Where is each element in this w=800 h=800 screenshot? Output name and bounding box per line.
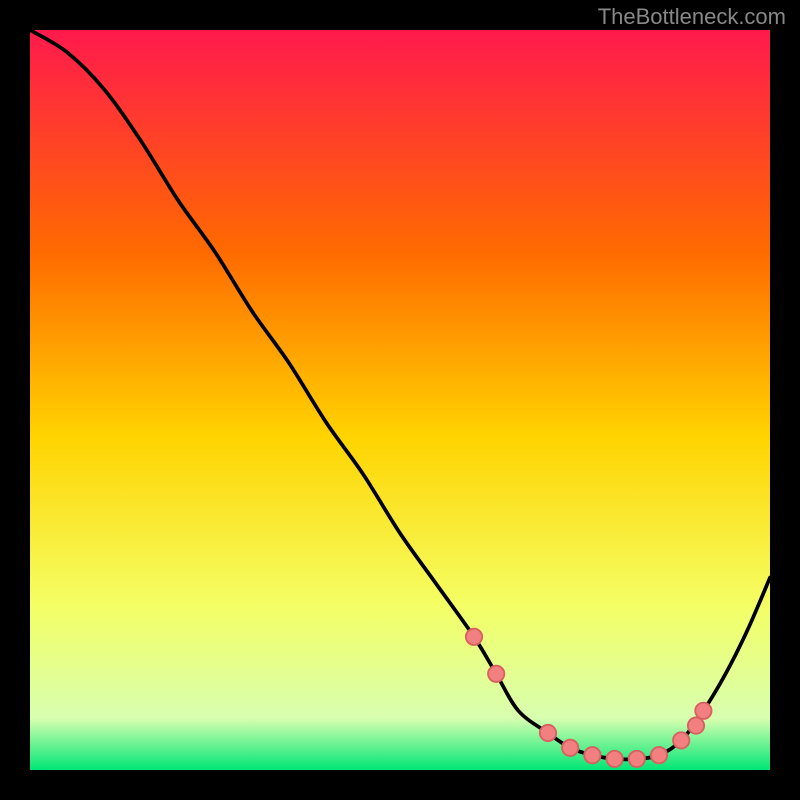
- data-point: [466, 629, 482, 645]
- data-point: [606, 751, 622, 767]
- data-point: [562, 740, 578, 756]
- data-point: [540, 725, 556, 741]
- data-point: [688, 717, 704, 733]
- chart-container: TheBottleneck.com: [0, 0, 800, 800]
- data-point: [488, 666, 504, 682]
- data-point: [673, 732, 689, 748]
- watermark-text: TheBottleneck.com: [598, 4, 786, 30]
- curve-overlay: [30, 30, 770, 770]
- marker-group: [466, 629, 712, 767]
- plot-area: [30, 30, 770, 770]
- data-point: [629, 751, 645, 767]
- data-point: [651, 747, 667, 763]
- data-point: [695, 703, 711, 719]
- bottleneck-curve: [30, 30, 770, 759]
- data-point: [584, 747, 600, 763]
